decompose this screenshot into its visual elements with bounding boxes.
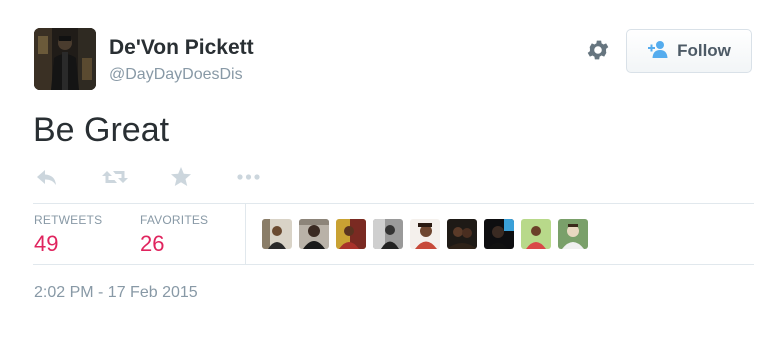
retweets-label[interactable]: RETWEETS bbox=[34, 213, 102, 227]
favoriter-avatar[interactable] bbox=[262, 219, 292, 249]
retweet-icon[interactable] bbox=[101, 166, 128, 188]
gear-icon[interactable] bbox=[585, 37, 611, 63]
follow-button[interactable]: Follow bbox=[626, 29, 752, 73]
favoriter-avatar[interactable] bbox=[521, 219, 551, 249]
favorites-count[interactable]: 26 bbox=[140, 231, 164, 257]
stats-bottom-divider bbox=[33, 264, 754, 265]
author-name[interactable]: De'Von Pickett bbox=[109, 36, 254, 60]
more-icon[interactable] bbox=[235, 166, 261, 188]
favoriter-avatar[interactable] bbox=[299, 219, 329, 249]
author-handle[interactable]: @DayDayDoesDis bbox=[109, 66, 243, 84]
follow-button-label: Follow bbox=[677, 41, 731, 60]
favoriter-avatar[interactable] bbox=[447, 219, 477, 249]
favoriter-avatar[interactable] bbox=[410, 219, 440, 249]
stats-vertical-divider bbox=[245, 204, 246, 264]
author-avatar[interactable] bbox=[34, 28, 96, 90]
tweet-text: Be Great bbox=[33, 111, 170, 149]
favoriter-avatar[interactable] bbox=[558, 219, 588, 249]
retweets-count[interactable]: 49 bbox=[34, 231, 58, 257]
favorite-icon[interactable] bbox=[169, 166, 195, 188]
reply-icon[interactable] bbox=[35, 166, 61, 188]
favoriter-avatar[interactable] bbox=[484, 219, 514, 249]
favoriter-avatar[interactable] bbox=[373, 219, 403, 249]
tweet-timestamp[interactable]: 2:02 PM - 17 Feb 2015 bbox=[34, 284, 198, 302]
add-user-icon bbox=[647, 40, 669, 63]
favorites-label[interactable]: FAVORITES bbox=[140, 213, 208, 227]
stats-top-divider bbox=[33, 203, 754, 204]
favoriter-avatar[interactable] bbox=[336, 219, 366, 249]
avatar-image bbox=[34, 28, 96, 90]
